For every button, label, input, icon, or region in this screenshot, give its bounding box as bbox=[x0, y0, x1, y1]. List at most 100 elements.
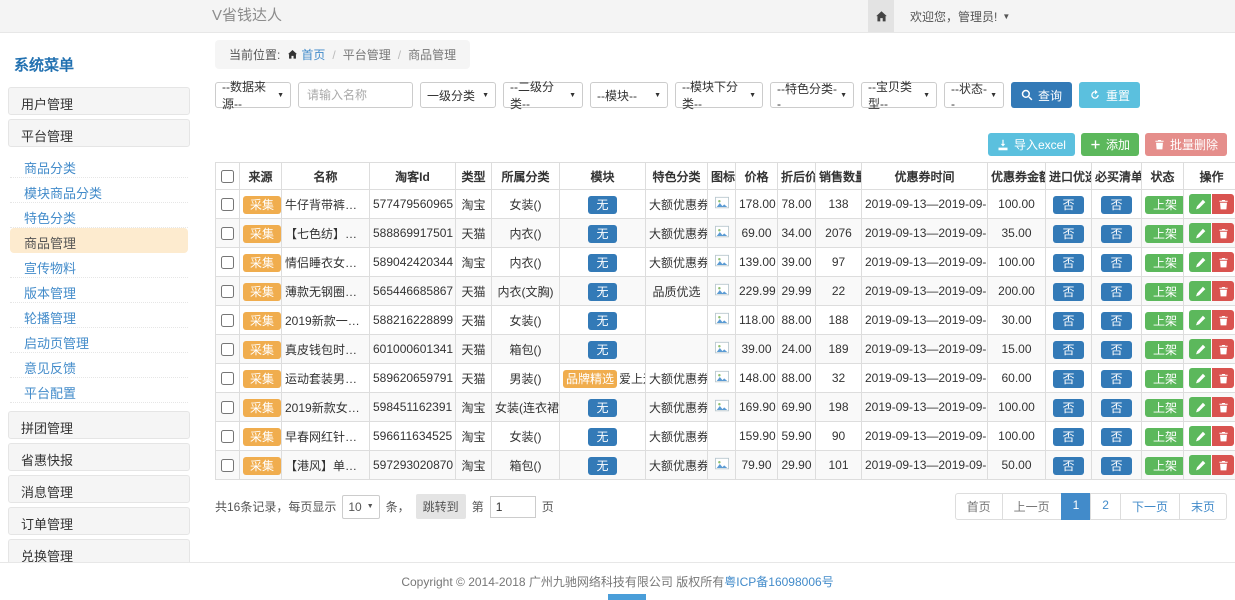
import-select-toggle[interactable]: 否 bbox=[1053, 370, 1083, 388]
sidebar-section-item[interactable]: 用户管理 bbox=[8, 87, 190, 115]
module-none-badge[interactable]: 无 bbox=[588, 341, 616, 359]
status-button[interactable]: 上架 bbox=[1145, 370, 1184, 388]
import-select-toggle[interactable]: 否 bbox=[1053, 399, 1083, 417]
import-select-toggle[interactable]: 否 bbox=[1053, 312, 1083, 330]
row-checkbox[interactable] bbox=[221, 459, 234, 472]
module-sub-category-select[interactable]: --模块下分类--▼ bbox=[675, 82, 763, 108]
import-excel-button[interactable]: 导入excel bbox=[988, 133, 1075, 156]
reset-button[interactable]: 重置 bbox=[1079, 82, 1140, 108]
delete-button[interactable] bbox=[1212, 310, 1234, 330]
home-button[interactable] bbox=[868, 0, 894, 32]
user-menu[interactable]: 欢迎您，管理员! ▼ bbox=[910, 8, 1010, 25]
add-button[interactable]: 添加 bbox=[1081, 133, 1139, 156]
status-button[interactable]: 上架 bbox=[1145, 457, 1184, 475]
sidebar-sub-item[interactable]: 商品管理 bbox=[10, 228, 188, 253]
status-button[interactable]: 上架 bbox=[1145, 196, 1184, 214]
jump-button[interactable]: 跳转到 bbox=[416, 494, 466, 519]
edit-button[interactable] bbox=[1189, 194, 1211, 214]
delete-button[interactable] bbox=[1212, 194, 1234, 214]
level2-category-select[interactable]: --二级分类--▼ bbox=[503, 82, 583, 108]
module-none-badge[interactable]: 无 bbox=[588, 312, 616, 330]
pager-item[interactable]: 上一页 bbox=[1002, 493, 1062, 520]
edit-button[interactable] bbox=[1189, 310, 1211, 330]
delete-button[interactable] bbox=[1212, 339, 1234, 359]
import-select-toggle[interactable]: 否 bbox=[1053, 196, 1083, 214]
delete-button[interactable] bbox=[1212, 455, 1234, 475]
edit-button[interactable] bbox=[1189, 397, 1211, 417]
row-checkbox[interactable] bbox=[221, 256, 234, 269]
sidebar-sub-item[interactable]: 宣传物料 bbox=[10, 253, 188, 278]
must-buy-toggle[interactable]: 否 bbox=[1101, 225, 1131, 243]
status-button[interactable]: 上架 bbox=[1145, 428, 1184, 446]
module-select[interactable]: --模块--▼ bbox=[590, 82, 668, 108]
must-buy-toggle[interactable]: 否 bbox=[1101, 254, 1131, 272]
module-none-badge[interactable]: 无 bbox=[588, 254, 616, 272]
delete-button[interactable] bbox=[1212, 368, 1234, 388]
icp-link[interactable]: 粤ICP备16098006号 bbox=[724, 573, 833, 590]
must-buy-toggle[interactable]: 否 bbox=[1101, 370, 1131, 388]
sidebar-section-item[interactable]: 平台管理 bbox=[8, 119, 190, 147]
sidebar-section-item[interactable]: 消息管理 bbox=[8, 475, 190, 503]
module-none-badge[interactable]: 无 bbox=[588, 428, 616, 446]
sidebar-sub-item[interactable]: 轮播管理 bbox=[10, 303, 188, 328]
edit-button[interactable] bbox=[1189, 281, 1211, 301]
module-none-badge[interactable]: 无 bbox=[588, 225, 616, 243]
must-buy-toggle[interactable]: 否 bbox=[1101, 399, 1131, 417]
sidebar-sub-item[interactable]: 意见反馈 bbox=[10, 353, 188, 378]
sidebar-section-item[interactable]: 拼团管理 bbox=[8, 411, 190, 439]
data-source-select[interactable]: --数据来源--▼ bbox=[215, 82, 291, 108]
page-number-input[interactable] bbox=[490, 496, 536, 518]
edit-button[interactable] bbox=[1189, 455, 1211, 475]
status-button[interactable]: 上架 bbox=[1145, 399, 1184, 417]
status-button[interactable]: 上架 bbox=[1145, 254, 1184, 272]
module-none-badge[interactable]: 无 bbox=[588, 283, 616, 301]
delete-button[interactable] bbox=[1212, 223, 1234, 243]
row-checkbox[interactable] bbox=[221, 198, 234, 211]
import-select-toggle[interactable]: 否 bbox=[1053, 341, 1083, 359]
delete-button[interactable] bbox=[1212, 252, 1234, 272]
must-buy-toggle[interactable]: 否 bbox=[1101, 196, 1131, 214]
sidebar-sub-item[interactable]: 特色分类 bbox=[10, 203, 188, 228]
sidebar-sub-item[interactable]: 平台配置 bbox=[10, 378, 188, 403]
module-none-badge[interactable]: 无 bbox=[588, 399, 616, 417]
edit-button[interactable] bbox=[1189, 223, 1211, 243]
row-checkbox[interactable] bbox=[221, 314, 234, 327]
sidebar-sub-item[interactable]: 版本管理 bbox=[10, 278, 188, 303]
sidebar-sub-item[interactable]: 商品分类 bbox=[10, 153, 188, 178]
edit-button[interactable] bbox=[1189, 339, 1211, 359]
per-page-select[interactable]: 10 ▼ bbox=[342, 495, 379, 519]
status-button[interactable]: 上架 bbox=[1145, 283, 1184, 301]
row-checkbox[interactable] bbox=[221, 343, 234, 356]
sidebar-sub-item[interactable]: 启动页管理 bbox=[10, 328, 188, 353]
pager-item[interactable]: 1 bbox=[1061, 493, 1092, 520]
import-select-toggle[interactable]: 否 bbox=[1053, 283, 1083, 301]
feature-category-select[interactable]: --特色分类--▼ bbox=[770, 82, 854, 108]
must-buy-toggle[interactable]: 否 bbox=[1101, 312, 1131, 330]
status-button[interactable]: 上架 bbox=[1145, 225, 1184, 243]
pager-item[interactable]: 首页 bbox=[955, 493, 1003, 520]
row-checkbox[interactable] bbox=[221, 372, 234, 385]
sidebar-section-item[interactable]: 订单管理 bbox=[8, 507, 190, 535]
level1-category-select[interactable]: 一级分类▼ bbox=[420, 82, 496, 108]
status-select[interactable]: --状态--▼ bbox=[944, 82, 1004, 108]
item-type-select[interactable]: --宝贝类型--▼ bbox=[861, 82, 937, 108]
import-select-toggle[interactable]: 否 bbox=[1053, 254, 1083, 272]
row-checkbox[interactable] bbox=[221, 285, 234, 298]
search-button[interactable]: 查询 bbox=[1011, 82, 1072, 108]
sidebar-sub-item[interactable]: 模块商品分类 bbox=[10, 178, 188, 203]
row-checkbox[interactable] bbox=[221, 401, 234, 414]
sidebar-section-item[interactable]: 省惠快报 bbox=[8, 443, 190, 471]
must-buy-toggle[interactable]: 否 bbox=[1101, 428, 1131, 446]
import-select-toggle[interactable]: 否 bbox=[1053, 428, 1083, 446]
row-checkbox[interactable] bbox=[221, 430, 234, 443]
status-button[interactable]: 上架 bbox=[1145, 341, 1184, 359]
edit-button[interactable] bbox=[1189, 426, 1211, 446]
pager-item[interactable]: 2 bbox=[1090, 493, 1121, 520]
select-all-checkbox[interactable] bbox=[221, 170, 234, 183]
delete-button[interactable] bbox=[1212, 397, 1234, 417]
must-buy-toggle[interactable]: 否 bbox=[1101, 457, 1131, 475]
batch-delete-button[interactable]: 批量删除 bbox=[1145, 133, 1227, 156]
breadcrumb-home-link[interactable]: 首页 bbox=[301, 46, 325, 63]
import-select-toggle[interactable]: 否 bbox=[1053, 457, 1083, 475]
name-input[interactable] bbox=[298, 82, 413, 108]
